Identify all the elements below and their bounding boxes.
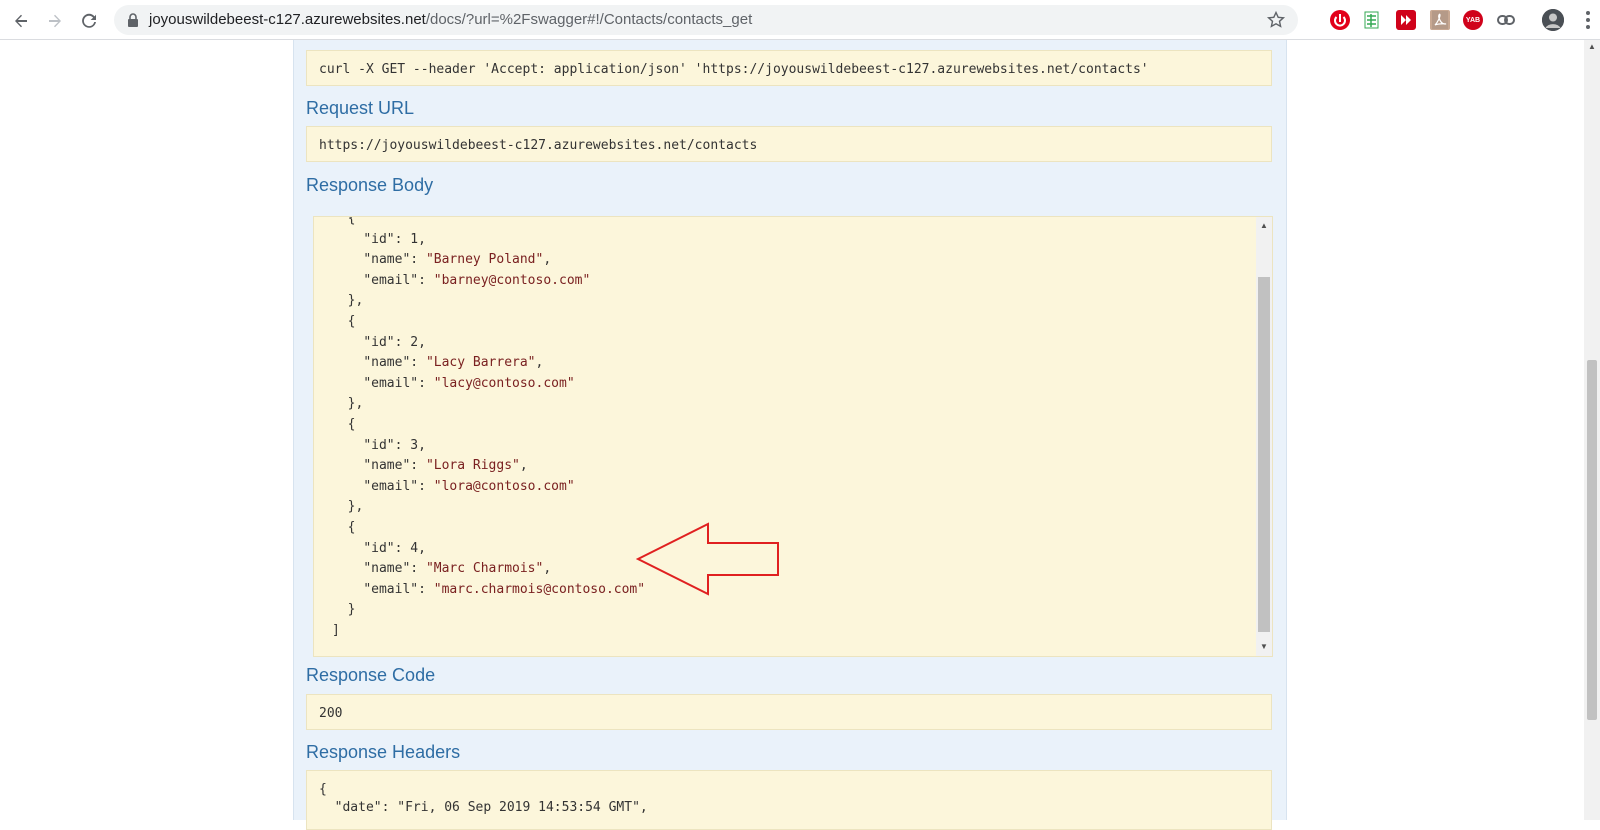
pdf-icon[interactable] bbox=[1430, 10, 1450, 30]
json-line: "id": 2, bbox=[363, 334, 426, 350]
address-bar[interactable]: joyouswildebeest-c127.azurewebsites.net/… bbox=[114, 5, 1298, 35]
url-text[interactable]: joyouswildebeest-c127.azurewebsites.net/… bbox=[149, 11, 752, 28]
reload-icon[interactable] bbox=[76, 8, 102, 34]
response-body-heading: Response Body bbox=[306, 175, 434, 195]
profile-avatar-icon[interactable] bbox=[1542, 9, 1564, 31]
response-code-heading: Response Code bbox=[306, 665, 436, 685]
json-line: }, bbox=[332, 293, 364, 309]
json-line: { bbox=[332, 416, 356, 432]
curl-command: curl -X GET --header 'Accept: applicatio… bbox=[306, 50, 1272, 86]
json-line: { bbox=[332, 519, 356, 535]
response-body-scrollbar[interactable]: ▲ ▼ bbox=[1256, 217, 1272, 656]
response-code-value: 200 bbox=[306, 694, 1272, 730]
response-headers-line: { bbox=[319, 782, 327, 797]
yab-icon[interactable]: YAB bbox=[1463, 10, 1483, 30]
request-url-heading: Request URL bbox=[306, 98, 415, 118]
json-line: "email": "lacy@contoso.com" bbox=[363, 375, 575, 391]
media-icon[interactable] bbox=[1396, 10, 1416, 30]
json-line: ] bbox=[332, 622, 340, 638]
sheets-icon[interactable] bbox=[1362, 10, 1382, 30]
json-line: }, bbox=[332, 396, 364, 412]
request-url-value: https://joyouswildebeest-c127.azurewebsi… bbox=[306, 126, 1272, 162]
browser-toolbar: joyouswildebeest-c127.azurewebsites.net/… bbox=[0, 0, 1600, 40]
opera-icon[interactable] bbox=[1330, 10, 1350, 30]
json-line: "id": 1, bbox=[363, 231, 426, 247]
menu-icon[interactable] bbox=[1578, 8, 1598, 32]
response-body-box[interactable]: { "id": 1, "name": "Barney Poland", "ema… bbox=[313, 216, 1273, 657]
json-line: "email": "marc.charmois@contoso.com" bbox=[363, 581, 646, 597]
response-headers-line: "date": "Fri, 06 Sep 2019 14:53:54 GMT", bbox=[319, 800, 648, 815]
scroll-up-arrow-icon[interactable]: ▲ bbox=[1259, 221, 1269, 231]
json-line: "name": "Barney Poland", bbox=[363, 252, 552, 268]
url-path: /docs/?url=%2Fswagger#!/Contacts/contact… bbox=[425, 11, 753, 28]
page-scroll-thumb[interactable] bbox=[1587, 360, 1597, 720]
response-headers-box: { "date": "Fri, 06 Sep 2019 14:53:54 GMT… bbox=[306, 770, 1272, 830]
json-line: "email": "barney@contoso.com" bbox=[363, 272, 591, 288]
json-line: { bbox=[332, 313, 356, 329]
response-headers-heading: Response Headers bbox=[306, 742, 461, 762]
star-icon[interactable] bbox=[1266, 10, 1286, 30]
response-body-json: { "id": 1, "name": "Barney Poland", "ema… bbox=[314, 216, 1254, 641]
page-scrollbar[interactable]: ▲ bbox=[1584, 40, 1600, 820]
json-line: "name": "Marc Charmois", bbox=[363, 561, 552, 577]
json-line: "email": "lora@contoso.com" bbox=[363, 478, 575, 494]
url-host: joyouswildebeest-c127.azurewebsites.net bbox=[149, 11, 426, 28]
json-line: }, bbox=[332, 499, 364, 515]
lock-icon[interactable] bbox=[126, 12, 140, 28]
scroll-down-arrow-icon[interactable]: ▼ bbox=[1259, 642, 1269, 652]
page-scroll-up-icon[interactable]: ▲ bbox=[1588, 42, 1596, 51]
json-line: "name": "Lacy Barrera", bbox=[363, 355, 544, 371]
json-line: "id": 3, bbox=[363, 437, 426, 453]
json-line: "id": 4, bbox=[363, 540, 426, 556]
json-line: { bbox=[332, 216, 356, 226]
annotation-arrow-icon bbox=[636, 522, 779, 596]
swagger-operation-panel: curl -X GET --header 'Accept: applicatio… bbox=[293, 40, 1287, 830]
response-body-scroll-thumb[interactable] bbox=[1258, 277, 1270, 632]
json-line: "name": "Lora Riggs", bbox=[363, 458, 528, 474]
json-line: } bbox=[332, 602, 356, 618]
link-icon[interactable] bbox=[1496, 10, 1516, 30]
arrow-left-icon[interactable] bbox=[8, 8, 34, 34]
arrow-right-icon[interactable] bbox=[42, 8, 68, 34]
